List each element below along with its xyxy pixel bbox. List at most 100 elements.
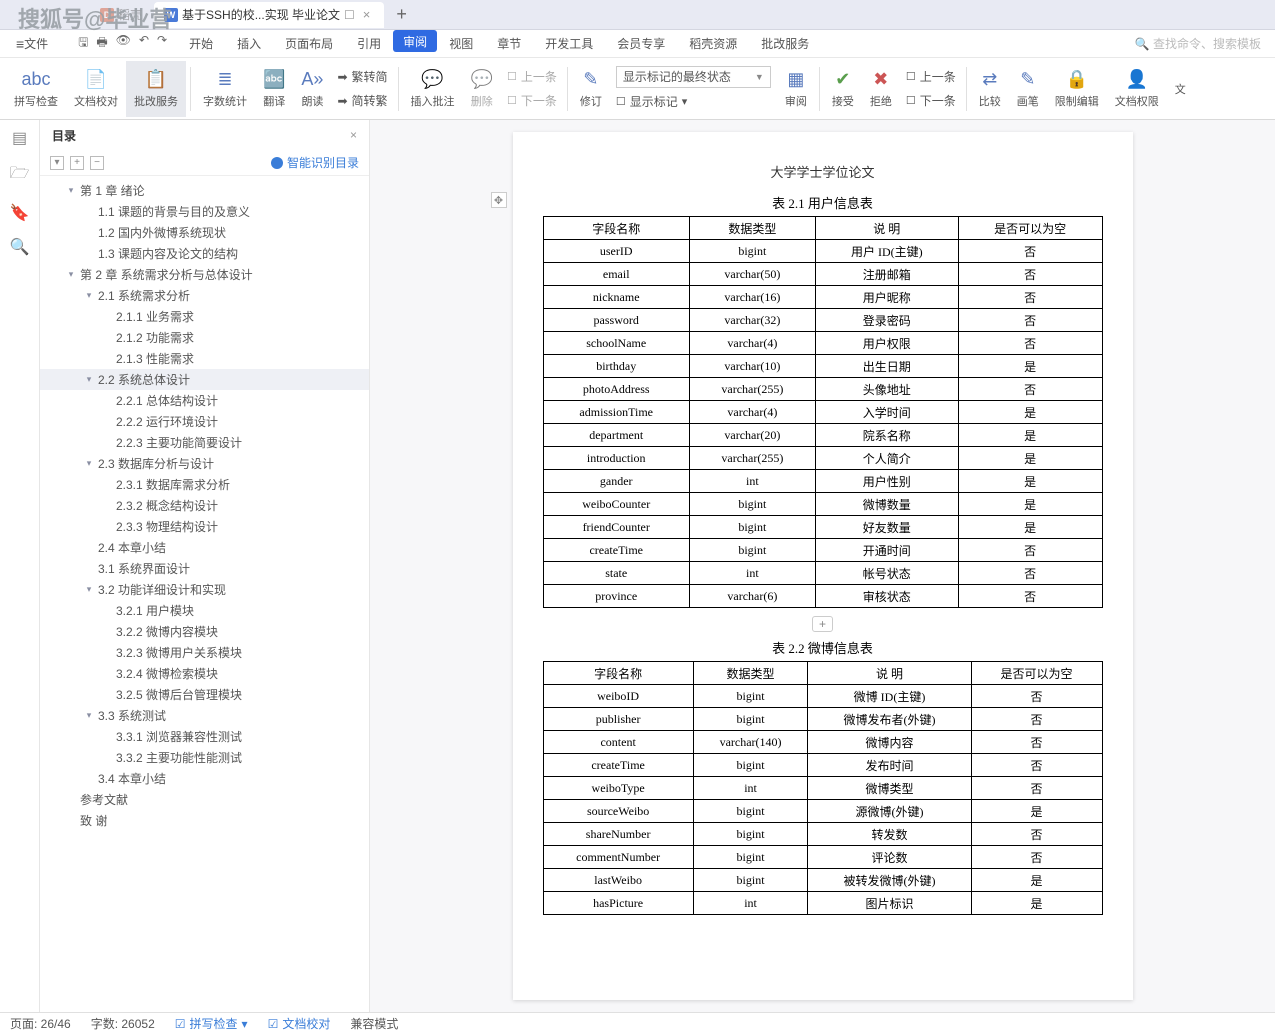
bookmark-icon[interactable]: 🔖	[10, 203, 30, 223]
track-changes-button[interactable]: ✎修订	[572, 61, 610, 117]
outline-item[interactable]: 3.2.3 微博用户关系模块	[40, 642, 369, 663]
delete-comment-button[interactable]: 💬删除	[463, 61, 501, 117]
tab-menu-icon[interactable]: ☐	[344, 8, 355, 22]
close-icon[interactable]: ×	[350, 128, 357, 142]
chevron-down-icon[interactable]: ▾	[84, 374, 94, 385]
tab-document[interactable]: W 基于SSH的校...实现 毕业论文 ☐ ×	[154, 2, 384, 28]
outline-item[interactable]: 1.3 课题内容及论文的结构	[40, 243, 369, 264]
menu-章节[interactable]: 章节	[485, 30, 533, 57]
chevron-down-icon[interactable]: ▾	[84, 290, 94, 301]
show-markup-button[interactable]: ☐ 显示标记 ▾	[616, 92, 771, 112]
menu-页面布局[interactable]: 页面布局	[273, 30, 345, 57]
menu-开始[interactable]: 开始	[177, 30, 225, 57]
compat-mode[interactable]: 兼容模式	[350, 1015, 398, 1032]
compare-button[interactable]: ⇄比较	[971, 61, 1009, 117]
chevron-down-icon[interactable]: ▾	[84, 710, 94, 721]
thumbnails-icon[interactable]: ▤	[12, 128, 27, 148]
outline-item[interactable]: 2.3.2 概念结构设计	[40, 495, 369, 516]
search-icon[interactable]: 🔍	[10, 237, 30, 257]
outline-item[interactable]: 参考文献	[40, 789, 369, 810]
smart-detect-button[interactable]: 智能识别目录	[271, 154, 359, 171]
chevron-down-icon[interactable]: ▾	[84, 584, 94, 595]
accept-button[interactable]: ✔接受	[824, 61, 862, 117]
outline-item[interactable]: ▾第 1 章 绪论	[40, 180, 369, 201]
restrict-edit-button[interactable]: 🔒限制编辑	[1047, 61, 1107, 117]
simp-to-trad-button[interactable]: ➡简转繁	[337, 91, 387, 111]
outline-item[interactable]: 3.2.5 微博后台管理模块	[40, 684, 369, 705]
menu-审阅[interactable]: 审阅	[393, 30, 437, 52]
menu-视图[interactable]: 视图	[437, 30, 485, 57]
outline-item[interactable]: ▾2.2 系统总体设计	[40, 369, 369, 390]
outline-item[interactable]: 3.2.1 用户模块	[40, 600, 369, 621]
outline-item[interactable]: 1.1 课题的背景与目的及意义	[40, 201, 369, 222]
undo-icon[interactable]: ↶	[139, 33, 149, 54]
reject-button[interactable]: ✖拒绝	[862, 61, 900, 117]
outline-item[interactable]: ▾2.3 数据库分析与设计	[40, 453, 369, 474]
outline-item[interactable]: 3.4 本章小结	[40, 768, 369, 789]
menu-批改服务[interactable]: 批改服务	[749, 30, 821, 57]
translate-button[interactable]: 🔤翻译	[255, 61, 293, 117]
review-pane-button[interactable]: ▦审阅	[777, 61, 815, 117]
next-comment-button[interactable]: ☐ 下一条	[507, 91, 557, 111]
word-count[interactable]: 字数: 26052	[91, 1015, 155, 1032]
preview-icon[interactable]: 👁	[116, 33, 131, 54]
read-aloud-button[interactable]: A»朗读	[293, 61, 331, 117]
document-canvas[interactable]: ✥ 大学学士学位论文 表 2.1 用户信息表 字段名称数据类型说 明是否可以为空…	[370, 120, 1275, 1012]
outline-item[interactable]: 致 谢	[40, 810, 369, 831]
insert-comment-button[interactable]: 💬插入批注	[403, 61, 463, 117]
chevron-down-icon[interactable]: ▾	[84, 458, 94, 469]
prev-change-button[interactable]: ☐ 上一条	[906, 67, 956, 87]
outline-item[interactable]: ▾第 2 章 系统需求分析与总体设计	[40, 264, 369, 285]
command-search[interactable]: 🔍 查找命令、搜索模板	[1125, 35, 1271, 52]
prev-comment-button[interactable]: ☐ 上一条	[507, 67, 557, 87]
outline-item[interactable]: 2.1.2 功能需求	[40, 327, 369, 348]
doc-permission-button[interactable]: 👤文档权限	[1107, 61, 1167, 117]
menu-引用[interactable]: 引用	[345, 30, 393, 57]
outline-item[interactable]: 3.1 系统界面设计	[40, 558, 369, 579]
menu-插入[interactable]: 插入	[225, 30, 273, 57]
outline-item[interactable]: ▾3.3 系统测试	[40, 705, 369, 726]
proofread-button[interactable]: 📄文档校对	[66, 61, 126, 117]
insert-row-button[interactable]: +	[812, 616, 833, 632]
tab-home[interactable]: D 稻壳	[90, 2, 152, 28]
new-tab-button[interactable]: +	[386, 4, 417, 25]
outline-item[interactable]: 3.3.2 主要功能性能测试	[40, 747, 369, 768]
outline-item[interactable]: 2.3.1 数据库需求分析	[40, 474, 369, 495]
redo-icon[interactable]: ↷	[157, 33, 167, 54]
outline-item[interactable]: 2.2.2 运行环境设计	[40, 411, 369, 432]
drag-handle-icon[interactable]: ✥	[491, 192, 507, 208]
print-icon[interactable]: 🖶	[96, 33, 107, 54]
proof-status[interactable]: ☑ 文档校对	[268, 1015, 331, 1032]
collapse-all-button[interactable]: ▾	[50, 156, 64, 170]
chevron-down-icon[interactable]: ▾	[66, 185, 76, 196]
spell-check-button[interactable]: abc拼写检查	[6, 61, 66, 117]
close-icon[interactable]: ×	[359, 7, 375, 22]
menu-会员专享[interactable]: 会员专享	[605, 30, 677, 57]
outline-item[interactable]: 3.3.1 浏览器兼容性测试	[40, 726, 369, 747]
page-indicator[interactable]: 页面: 26/46	[10, 1015, 71, 1032]
next-change-button[interactable]: ☐ 下一条	[906, 91, 956, 111]
outline-item[interactable]: 1.2 国内外微博系统现状	[40, 222, 369, 243]
outline-item[interactable]: 2.4 本章小结	[40, 537, 369, 558]
outline-item[interactable]: 2.1.1 业务需求	[40, 306, 369, 327]
save-icon[interactable]: 🖫	[78, 33, 88, 54]
wordcount-button[interactable]: ≣字数统计	[195, 61, 255, 117]
folder-icon[interactable]: 🗁	[10, 162, 30, 189]
menu-稻壳资源[interactable]: 稻壳资源	[677, 30, 749, 57]
display-mode-combo[interactable]: 显示标记的最终状态▼	[616, 66, 771, 88]
outline-item[interactable]: 2.1.3 性能需求	[40, 348, 369, 369]
ink-button[interactable]: ✎画笔	[1009, 61, 1047, 117]
menu-file[interactable]: ≡ 文件	[4, 30, 60, 57]
outline-item[interactable]: ▾3.2 功能详细设计和实现	[40, 579, 369, 600]
outline-item[interactable]: ▾2.1 系统需求分析	[40, 285, 369, 306]
spell-status[interactable]: ☑ 拼写检查 ▾	[175, 1015, 248, 1032]
chevron-down-icon[interactable]: ▾	[66, 269, 76, 280]
grading-button[interactable]: 📋批改服务	[126, 61, 186, 117]
trad-to-simp-button[interactable]: ➡繁转简	[337, 67, 387, 87]
menu-开发工具[interactable]: 开发工具	[533, 30, 605, 57]
outline-item[interactable]: 2.2.1 总体结构设计	[40, 390, 369, 411]
more-button[interactable]: 文	[1167, 61, 1194, 117]
outline-item[interactable]: 3.2.4 微博检索模块	[40, 663, 369, 684]
outline-item[interactable]: 2.3.3 物理结构设计	[40, 516, 369, 537]
outline-item[interactable]: 2.2.3 主要功能简要设计	[40, 432, 369, 453]
